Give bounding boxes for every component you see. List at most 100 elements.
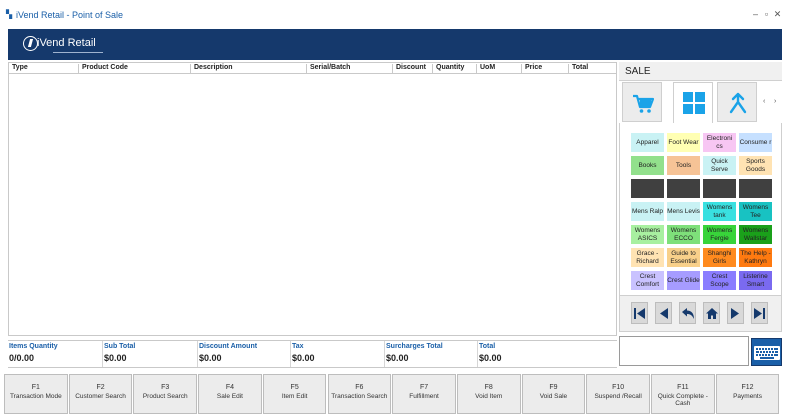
catalog-tile[interactable]: Electroni cs <box>702 132 737 153</box>
function-key-label: Customer Search <box>75 392 126 400</box>
function-key-number: F7 <box>419 384 429 391</box>
catalog-tile[interactable]: Crest Glide <box>666 270 701 291</box>
catalog-tile[interactable]: Foot Wear <box>666 132 701 153</box>
total-value: $0.00 <box>479 353 502 363</box>
function-key-label: Void Sale <box>539 392 568 400</box>
catalog-tile[interactable] <box>738 178 773 199</box>
catalog-tile[interactable]: Womens ASICS <box>630 224 665 245</box>
tab-merge[interactable] <box>717 82 757 122</box>
home-button[interactable] <box>703 302 720 324</box>
last-page-button[interactable] <box>751 302 768 324</box>
home-icon <box>706 308 718 319</box>
cart-icon <box>633 94 654 113</box>
function-key-f11[interactable]: F11 Quick Complete - Cash <box>651 374 715 414</box>
next-page-icon <box>731 308 739 319</box>
function-key-f9[interactable]: F9 Void Sale <box>521 374 586 414</box>
function-key-label: Payments <box>733 392 762 400</box>
column-header-description[interactable]: Description <box>190 64 233 74</box>
function-key-f12[interactable]: F12 Payments <box>715 374 780 414</box>
total-cell-discount-amount: Discount Amount $0.00 <box>198 341 291 367</box>
total-value: $0.00 <box>386 353 409 363</box>
catalog-tile[interactable]: Mens Ralp <box>630 201 665 222</box>
function-key-number: F3 <box>161 384 170 391</box>
catalog-tile[interactable]: Shanghi Girls <box>702 247 737 268</box>
back-button[interactable] <box>679 302 696 324</box>
sale-panel: SALE ‹ › Apparel Foot Wear Electroni cs Con… <box>619 62 782 332</box>
function-key-number: F1 <box>31 384 40 391</box>
catalog-tile[interactable]: Crest Scope <box>702 270 737 291</box>
column-header-product-code[interactable]: Product Code <box>78 64 128 74</box>
catalog-tile[interactable]: Tools <box>666 155 701 176</box>
next-page-button[interactable] <box>727 302 744 324</box>
previous-page-button[interactable] <box>655 302 672 324</box>
total-value: $0.00 <box>292 353 315 363</box>
function-key-f3[interactable]: F3 Product Search <box>133 374 198 414</box>
catalog-tile[interactable]: Crest Comfort <box>630 270 665 291</box>
tab-catalog-grid[interactable] <box>673 82 713 124</box>
function-key-f6[interactable]: F6 Transaction Search <box>327 374 392 414</box>
restore-button[interactable]: ▫ <box>762 9 771 19</box>
catalog-tile[interactable]: Quick Serve <box>702 155 737 176</box>
tab-scroll-left-button[interactable]: ‹ <box>763 98 765 105</box>
column-header-discount[interactable]: Discount <box>392 64 426 74</box>
cart-table[interactable]: Type Product Code Description Serial/Bat… <box>8 62 617 336</box>
function-key-number: F10 <box>612 384 625 391</box>
column-header-price[interactable]: Price <box>521 64 542 74</box>
scan-input[interactable] <box>619 336 749 366</box>
function-key-f7[interactable]: F7 Fulfillment <box>392 374 456 414</box>
tab-cart[interactable] <box>622 82 662 122</box>
catalog-tile[interactable]: Consume r <box>738 132 773 153</box>
column-header-type[interactable]: Type <box>9 64 28 74</box>
function-key-number: F11 <box>677 384 689 391</box>
keyboard-icon <box>754 346 780 360</box>
function-key-label: Fulfillment <box>409 392 439 400</box>
catalog-tile[interactable]: Books <box>630 155 665 176</box>
catalog-tile[interactable]: Womens Tee <box>738 201 773 222</box>
column-header-uom[interactable]: UoM <box>476 64 495 74</box>
total-cell-surcharges-total: Surcharges Total $0.00 <box>385 341 478 367</box>
minimize-button[interactable]: – <box>751 9 760 19</box>
catalog-tile[interactable]: Sports Goods <box>738 155 773 176</box>
last-page-icon <box>754 308 765 319</box>
function-key-number: F5 <box>290 384 299 391</box>
catalog-tile[interactable]: Apparel <box>630 132 665 153</box>
function-key-f1[interactable]: F1 Transaction Mode <box>4 374 68 414</box>
column-header-total[interactable]: Total <box>568 64 588 74</box>
close-button[interactable]: ✕ <box>773 9 782 20</box>
logo-brand: iVend Retail <box>37 37 96 49</box>
function-key-f5[interactable]: F5 Item Edit <box>262 374 327 414</box>
function-key-label: Item Edit <box>281 392 308 400</box>
catalog-tile[interactable]: Mens Levis <box>666 201 701 222</box>
catalog-tile[interactable] <box>666 178 701 199</box>
catalog-tile[interactable] <box>630 178 665 199</box>
grid-icon <box>683 92 705 114</box>
column-header-quantity[interactable]: Quantity <box>432 64 464 74</box>
grid-navigation-bar <box>619 296 782 332</box>
function-key-f4[interactable]: F4 Sale Edit <box>198 374 262 414</box>
undo-arrow-icon <box>682 308 694 319</box>
cart-table-header: Type Product Code Description Serial/Bat… <box>9 63 616 74</box>
total-value: 0/0.00 <box>9 353 35 363</box>
function-key-f10[interactable]: F10 Suspend /Recall <box>586 374 650 414</box>
catalog-tile[interactable]: Womens tank <box>702 201 737 222</box>
logo-mark-icon <box>23 36 38 51</box>
column-header-serial-batch[interactable]: Serial/Batch <box>306 64 350 74</box>
function-key-label: Transaction Mode <box>9 392 62 400</box>
catalog-tile[interactable]: Womens ECCO <box>666 224 701 245</box>
catalog-tile[interactable]: Womens Fergie <box>702 224 737 245</box>
catalog-tile[interactable]: Listerine Smart <box>738 270 773 291</box>
first-page-button[interactable] <box>631 302 648 324</box>
tab-scroll-right-button[interactable]: › <box>774 98 776 105</box>
catalog-tile[interactable]: The Help - Kathryn <box>738 247 773 268</box>
app-icon: ▚ <box>6 10 13 19</box>
total-cell-items-quantity: Items Quantity 0/0.00 <box>8 341 103 367</box>
window-title: iVend Retail - Point of Sale <box>16 10 124 20</box>
function-key-f2[interactable]: F2 Customer Search <box>68 374 133 414</box>
catalog-tile[interactable]: Womens Wallstar <box>738 224 773 245</box>
function-key-f8[interactable]: F8 Void Item <box>456 374 521 414</box>
catalog-tile[interactable]: Grace - Richard <box>630 247 665 268</box>
keyboard-button[interactable] <box>751 338 782 366</box>
catalog-tile[interactable]: Guide to Essential <box>666 247 701 268</box>
total-label: Items Quantity <box>9 343 58 350</box>
catalog-tile[interactable] <box>702 178 737 199</box>
